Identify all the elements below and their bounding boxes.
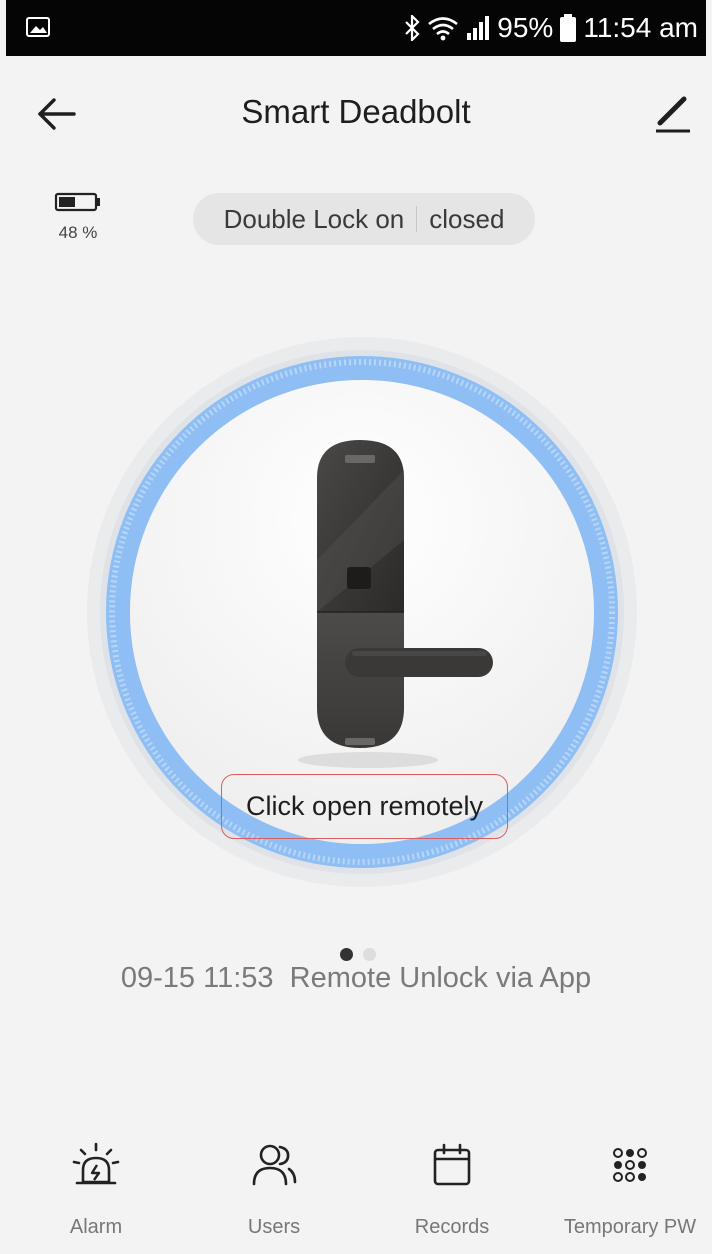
calendar-icon [433, 1143, 471, 1186]
last-event-timestamp: 09-15 11:53 [120, 962, 274, 994]
lock-status-pill: Double Lock on closed [193, 193, 535, 245]
page-dot-active [340, 948, 353, 961]
pencil-icon[interactable] [654, 93, 692, 133]
last-event-text: Remote Unlock via App [289, 962, 592, 994]
nav-label-alarm: Alarm [69, 1216, 123, 1238]
remote-open-button[interactable]: Click open remotely [221, 774, 508, 839]
device-battery-label: 48 % [58, 223, 98, 242]
nav-item-users[interactable]: Users [194, 1140, 354, 1250]
status-time: 11:54 am [583, 12, 698, 43]
status-bar: 95% 11:54 am [6, 0, 706, 56]
nav-item-records[interactable]: Records [372, 1140, 532, 1250]
nav-label-users: Users [247, 1216, 301, 1238]
keypad-icon [613, 1148, 647, 1182]
lock-state-text: Double Lock on [223, 203, 405, 234]
users-icon [252, 1144, 297, 1186]
image-icon [26, 17, 50, 37]
page-dot [363, 948, 376, 961]
device-battery: 48 % [48, 192, 108, 243]
pill-divider [416, 206, 418, 232]
lock-illustration [298, 440, 493, 768]
nav-item-alarm[interactable]: Alarm [16, 1140, 176, 1250]
alarm-icon [72, 1142, 120, 1185]
signal-icon [467, 16, 490, 40]
door-state-text: closed [429, 203, 505, 234]
lock-dial [87, 337, 637, 887]
nav-label-records: Records [414, 1216, 490, 1238]
last-event: 09-15 11:53 Remote Unlock via App [0, 962, 712, 995]
nav-item-temporary-pw[interactable]: Temporary PW [550, 1140, 710, 1250]
status-battery-percent: 95% [497, 12, 554, 43]
nav-label-temporary-pw: Temporary PW [563, 1216, 697, 1238]
page-title: Smart Deadbolt [241, 93, 471, 130]
bluetooth-icon [405, 15, 420, 41]
wifi-icon [428, 17, 459, 41]
device-battery-icon [54, 192, 100, 212]
battery-icon [560, 14, 577, 42]
bottom-nav: Alarm Users Records Temporary PW [0, 1140, 712, 1254]
app-header: Smart Deadbolt [0, 56, 712, 176]
